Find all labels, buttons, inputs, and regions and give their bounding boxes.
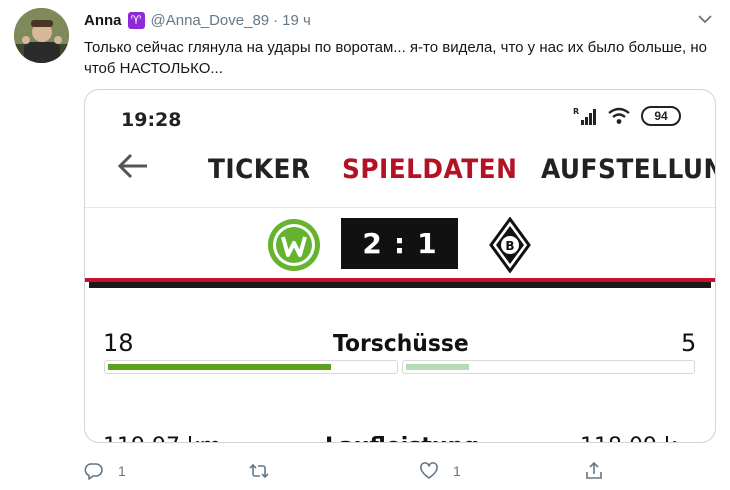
chevron-down-icon[interactable] (698, 14, 712, 24)
stat-away-value: 5 (681, 329, 697, 357)
author-handle[interactable]: @Anna_Dove_89 (151, 12, 270, 29)
stat-away-bar-fill (406, 364, 469, 370)
tweet-action-bar: 1 1 (84, 461, 724, 485)
signal-icon: R (573, 107, 596, 125)
share-button[interactable] (584, 461, 604, 481)
status-icons: R 94 (573, 106, 681, 126)
cutoff-home-value: 119,97 km (103, 434, 221, 442)
cutoff-label: Laufleistung (325, 434, 479, 442)
author-avatar[interactable] (14, 8, 69, 63)
score-home: 2 (362, 227, 382, 260)
separator-dot: · (273, 11, 279, 29)
wolfsburg-logo-icon (268, 219, 320, 271)
heart-icon (420, 462, 438, 479)
tweet-time[interactable]: 19 ч (282, 12, 311, 29)
battery-indicator: 94 (641, 106, 681, 126)
share-icon (586, 461, 602, 479)
author-name[interactable]: Anna (84, 12, 122, 29)
reply-count: 1 (118, 463, 126, 479)
score-separator: : (393, 227, 406, 260)
reply-button[interactable]: 1 (84, 461, 126, 481)
zodiac-aries-icon: ♈ (127, 11, 145, 29)
stat-away-bar-track (402, 360, 695, 374)
stat-home-bar-track (104, 360, 398, 374)
cutoff-away-value: 118,09 k (580, 434, 677, 442)
gladbach-logo-icon: B (489, 217, 531, 273)
cutoff-stat-row: 119,97 km Laufleistung 118,09 k (85, 430, 715, 442)
tweet-media-image[interactable]: 19:28 R 94 TICKER SPIELDATEN AUFSTELLUNG (84, 89, 716, 443)
tab-aufstellung: AUFSTELLUNG (541, 154, 715, 185)
stat-home-value: 18 (103, 329, 134, 357)
score-away: 1 (417, 227, 437, 260)
svg-text:B: B (505, 239, 514, 253)
like-count: 1 (453, 463, 461, 479)
back-arrow-icon (117, 153, 147, 179)
avatar-photo (14, 8, 69, 63)
stat-home-bar-fill (108, 364, 331, 370)
tweet-header: Anna ♈ @Anna_Dove_89 · 19 ч (84, 10, 311, 30)
tab-spieldaten: SPIELDATEN (342, 154, 518, 185)
score-display: 2 : 1 (341, 218, 458, 269)
status-clock: 19:28 (121, 109, 182, 131)
reply-icon (84, 463, 103, 480)
tweet-text: Только сейчас глянула на удары по ворота… (84, 39, 707, 77)
retweet-icon (249, 463, 269, 479)
retweet-button[interactable] (248, 461, 284, 481)
svg-text:R: R (573, 107, 579, 116)
stat-label: Torschüsse (333, 331, 469, 357)
like-button[interactable]: 1 (419, 461, 461, 481)
tab-ticker: TICKER (208, 154, 311, 185)
wifi-icon (608, 107, 630, 124)
divider-dark (89, 282, 711, 288)
phone-status-bar: 19:28 R 94 (85, 90, 715, 146)
